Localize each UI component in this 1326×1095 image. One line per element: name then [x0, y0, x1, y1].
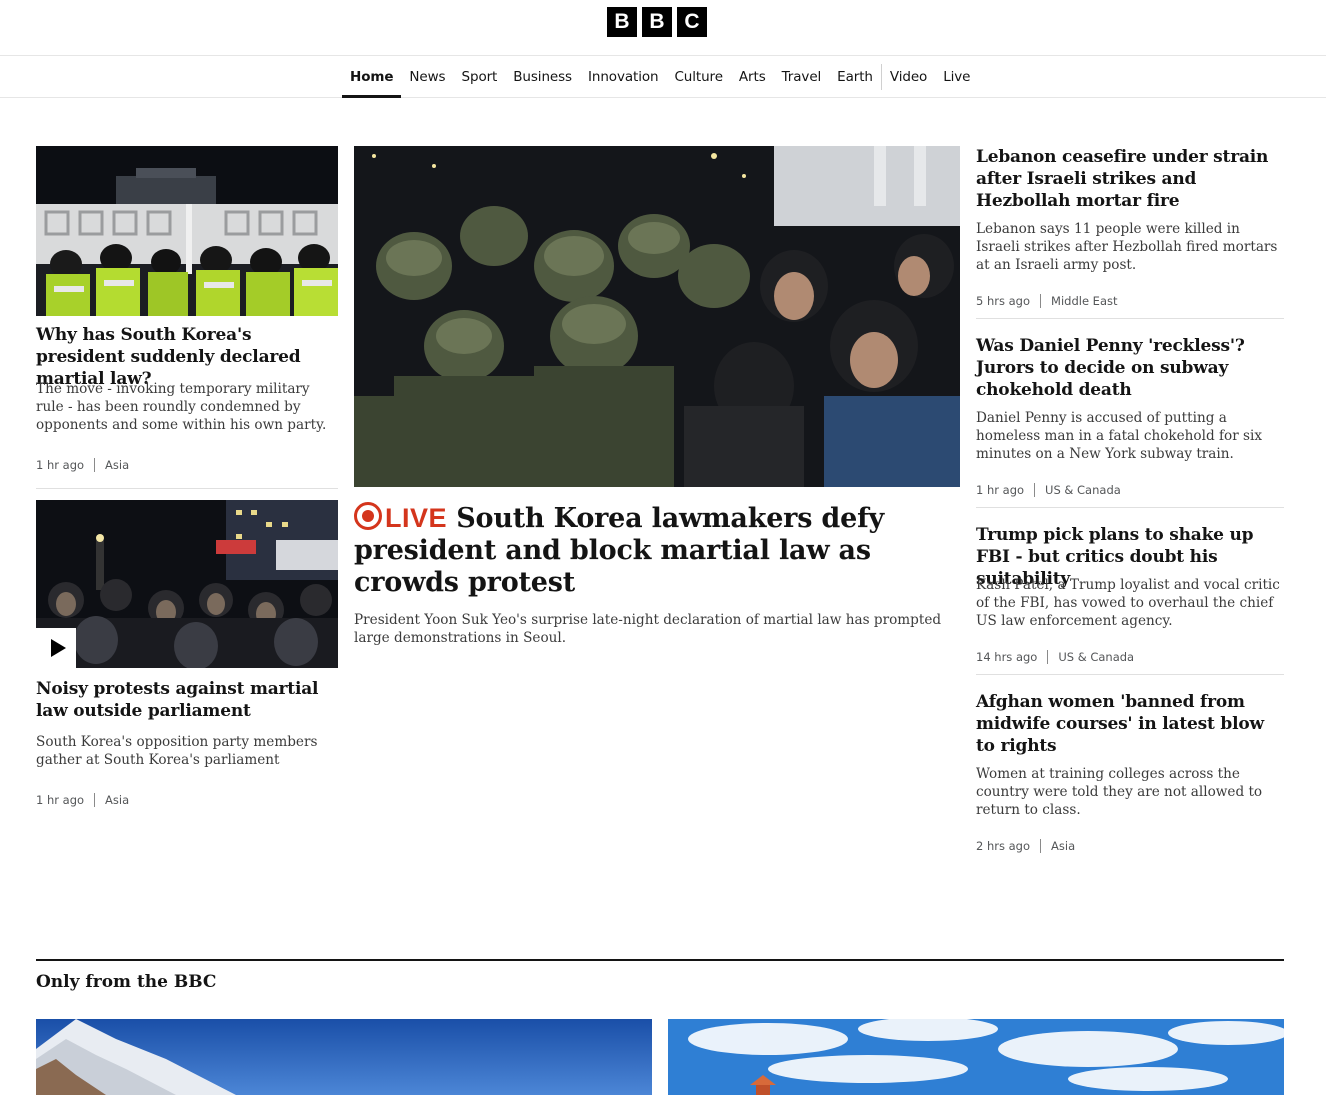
story-divider [976, 318, 1284, 319]
story-tag[interactable]: Asia [105, 793, 129, 807]
story-headline[interactable]: Noisy protests against martial law outsi… [36, 678, 338, 722]
meta-divider [1040, 839, 1042, 853]
story-meta: 1 hr ago Asia [36, 458, 129, 472]
story-divider [976, 507, 1284, 508]
story-summary: Kash Patel, a Trump loyalist and vocal c… [976, 577, 1280, 629]
story-summary: South Korea's opposition party members g… [36, 734, 318, 768]
story-headline[interactable]: Lebanon ceasefire under strain after Isr… [976, 146, 1284, 212]
story-summary: Lebanon says 11 people were killed in Is… [976, 221, 1278, 273]
meta-divider [1034, 483, 1036, 497]
story-image-protest-crowd[interactable] [36, 500, 338, 668]
story-tag[interactable]: US & Canada [1058, 650, 1134, 664]
story-divider [36, 488, 338, 489]
meta-divider [1047, 650, 1049, 664]
nav-item-video[interactable]: Video [882, 56, 935, 98]
meta-divider [94, 793, 96, 807]
nav-item-live[interactable]: Live [935, 56, 978, 98]
meta-divider [1040, 294, 1042, 308]
story-time: 5 hrs ago [976, 294, 1031, 308]
section-rule [36, 959, 1284, 961]
story-tag[interactable]: Middle East [1051, 294, 1117, 308]
section-title: Only from the BBC [36, 972, 217, 992]
logo-letter: B [642, 7, 672, 37]
nav-item-culture[interactable]: Culture [666, 56, 730, 98]
meta-divider [94, 458, 96, 472]
nav-item-earth[interactable]: Earth [829, 56, 881, 98]
story-time: 1 hr ago [976, 483, 1025, 497]
story-tag[interactable]: Asia [1051, 839, 1075, 853]
story-headline[interactable]: Was Daniel Penny 'reckless'? Jurors to d… [976, 335, 1284, 401]
story-divider [976, 674, 1284, 675]
story-meta: 14 hrs ago US & Canada [976, 650, 1134, 664]
nav-item-innovation[interactable]: Innovation [580, 56, 666, 98]
bbc-logo[interactable]: B B C [607, 7, 707, 37]
story-headline[interactable]: Afghan women 'banned from midwife course… [976, 691, 1284, 757]
story-summary: The move - invoking temporary military r… [36, 381, 327, 433]
story-time: 2 hrs ago [976, 839, 1031, 853]
story-time: 14 hrs ago [976, 650, 1038, 664]
nav-item-arts[interactable]: Arts [731, 56, 774, 98]
feature-image-sky[interactable] [668, 1019, 1284, 1095]
story-time: 1 hr ago [36, 458, 85, 472]
nav-item-sport[interactable]: Sport [454, 56, 506, 98]
story-image-police-line[interactable] [36, 146, 338, 316]
main-navigation: Home News Sport Business Innovation Cult… [0, 56, 1326, 98]
masthead: B B C [0, 0, 1326, 56]
feature-image-mountain[interactable] [36, 1019, 652, 1095]
nav-item-news[interactable]: News [401, 56, 453, 98]
story-summary: Daniel Penny is accused of putting a hom… [976, 410, 1262, 462]
nav-item-home[interactable]: Home [342, 56, 402, 98]
main-story-image-soldiers[interactable] [354, 146, 960, 487]
logo-letter: B [607, 7, 637, 37]
logo-letter: C [677, 7, 707, 37]
live-badge: LIVE [354, 502, 447, 533]
story-summary: Women at training colleges across the co… [976, 766, 1263, 818]
story-meta: 1 hr ago Asia [36, 793, 129, 807]
live-dot-icon [354, 502, 382, 530]
main-story-summary: President Yoon Suk Yeo's surprise late-n… [354, 612, 942, 646]
play-icon[interactable] [36, 628, 76, 668]
story-meta: 2 hrs ago Asia [976, 839, 1075, 853]
story-meta: 1 hr ago US & Canada [976, 483, 1121, 497]
nav-item-business[interactable]: Business [505, 56, 580, 98]
nav-item-travel[interactable]: Travel [774, 56, 830, 98]
story-time: 1 hr ago [36, 793, 85, 807]
story-meta: 5 hrs ago Middle East [976, 294, 1118, 308]
main-story-headline[interactable]: LIVE South Korea lawmakers defy presiden… [354, 502, 954, 599]
story-tag[interactable]: Asia [105, 458, 129, 472]
story-tag[interactable]: US & Canada [1045, 483, 1121, 497]
